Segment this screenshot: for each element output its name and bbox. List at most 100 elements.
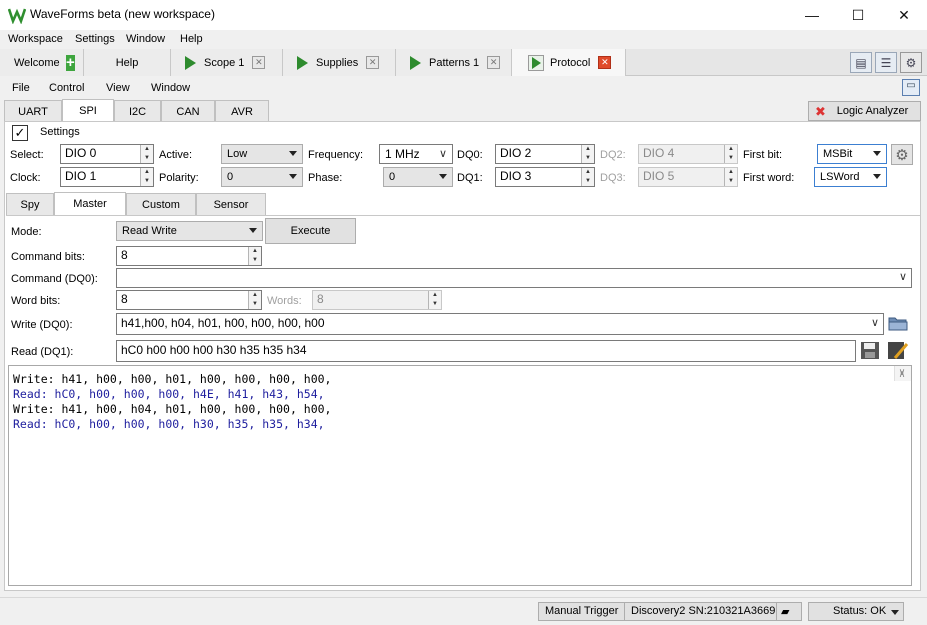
close-tab-icon[interactable]: ✕ — [487, 56, 501, 69]
tab-supplies-label: Supplies — [316, 56, 359, 69]
tab-master[interactable]: Master — [54, 192, 126, 215]
status-text: Status: OK — [833, 605, 887, 617]
tile-windows-icon[interactable]: ☰ — [875, 52, 897, 73]
chevron-down-icon — [891, 610, 899, 615]
first-bit-label: First bit: — [743, 149, 783, 161]
console-line: Read: hC0, h00, h00, h00, h4E, h41, h43,… — [13, 387, 325, 401]
dq3-label: DQ3: — [600, 172, 626, 184]
tab-welcome[interactable]: Welcome + — [0, 49, 84, 76]
first-word-dropdown[interactable]: LSWord — [814, 167, 887, 187]
minimize-button[interactable]: — — [789, 0, 835, 30]
status-bar: Manual Trigger Discovery2 SN:210321A3669… — [0, 597, 927, 625]
menu-control[interactable]: Control — [49, 82, 84, 94]
select-input[interactable]: DIO 0 ▲ ▼ — [60, 144, 154, 164]
tab-sensor[interactable]: Sensor — [196, 193, 266, 215]
first-bit-dropdown[interactable]: MSBit — [817, 144, 887, 164]
gear-icon: ⚙ — [895, 146, 909, 164]
command-bits-label: Command bits: — [11, 251, 85, 263]
title-bar: WaveForms beta (new workspace) — ☐ ✕ — [0, 0, 927, 30]
device-icon[interactable]: ▰ — [776, 602, 802, 621]
console-line: Write: h41, h00, h00, h01, h00, h00, h00… — [13, 372, 332, 386]
add-icon[interactable]: + — [65, 54, 75, 71]
tab-patterns-1-label: Patterns 1 — [429, 56, 480, 69]
spinner-icon: ▲ ▼ — [724, 145, 737, 163]
gear-icon[interactable]: ⚙ — [900, 52, 922, 73]
tab-i2c[interactable]: I2C — [114, 100, 161, 122]
tab-protocol-label: Protocol — [550, 56, 591, 69]
settings-checkbox[interactable]: ✓ — [12, 125, 28, 141]
write-dq0-input[interactable]: h41,h00, h04, h01, h00, h00, h00, h00 ∨ — [116, 313, 884, 335]
tab-supplies[interactable]: Supplies ✕ — [283, 49, 396, 76]
play-icon — [297, 55, 308, 70]
command-dq0-input[interactable]: ∨ — [116, 268, 912, 288]
logic-analyzer-icon: ✖ — [815, 104, 826, 119]
run-icon[interactable] — [528, 54, 544, 71]
clock-input[interactable]: DIO 1 ▲ ▼ — [60, 167, 154, 187]
device-info[interactable]: Discovery2 SN:210321A3669F — [624, 602, 790, 621]
read-dq1-input[interactable]: hC0 h00 h00 h00 h30 h35 h35 h34 — [116, 340, 856, 362]
close-tab-icon[interactable]: ✕ — [366, 56, 380, 69]
phase-label: Phase: — [308, 172, 343, 184]
polarity-dropdown[interactable]: 0 — [221, 167, 303, 187]
active-dropdown[interactable]: Low — [221, 144, 303, 164]
phase-dropdown[interactable]: 0 — [383, 167, 453, 187]
open-folder-icon[interactable] — [888, 314, 908, 332]
logic-analyzer-button[interactable]: ✖ Logic Analyzer — [808, 101, 921, 121]
tab-protocol[interactable]: Protocol ✕ — [512, 49, 626, 76]
tab-avr[interactable]: AVR — [215, 100, 269, 122]
menu-view[interactable]: View — [106, 82, 130, 94]
dq0-input[interactable]: DIO 2 ▲ ▼ — [495, 144, 595, 164]
tab-can[interactable]: CAN — [161, 100, 215, 122]
menu-help[interactable]: Help — [180, 33, 203, 45]
window-title: WaveForms beta (new workspace) — [30, 7, 215, 21]
spinner-icon: ▲ ▼ — [140, 145, 153, 163]
divider — [6, 215, 920, 216]
read-dq1-label: Read (DQ1): — [11, 346, 74, 358]
frequency-label: Frequency: — [308, 149, 364, 161]
tab-spy[interactable]: Spy — [6, 193, 54, 215]
write-dq0-label: Write (DQ0): — [11, 319, 73, 331]
console-line: Read: hC0, h00, h00, h00, h30, h35, h35,… — [13, 417, 325, 431]
status-indicator[interactable]: Status: OK — [808, 602, 904, 621]
cascade-windows-icon[interactable]: ▤ — [850, 52, 872, 73]
mode-dropdown[interactable]: Read Write — [116, 221, 263, 241]
close-tab-icon[interactable]: ✕ — [252, 56, 266, 69]
clock-label: Clock: — [10, 172, 41, 184]
dock-window-icon[interactable]: ▭ — [902, 79, 920, 96]
close-tab-icon[interactable]: ✕ — [598, 56, 612, 69]
tab-spi[interactable]: SPI — [62, 99, 114, 122]
tab-help-label: Help — [115, 56, 139, 69]
tab-uart[interactable]: UART — [4, 100, 62, 122]
settings-label: Settings — [40, 126, 80, 138]
command-bits-input[interactable]: 8 ▲ ▼ — [116, 246, 262, 266]
tab-help[interactable]: Help — [84, 49, 171, 76]
execute-button[interactable]: Execute — [265, 218, 356, 244]
tab-custom[interactable]: Custom — [126, 193, 196, 215]
word-bits-input[interactable]: 8 ▲ ▼ — [116, 290, 262, 310]
close-button[interactable]: ✕ — [881, 0, 927, 30]
maximize-button[interactable]: ☐ — [835, 0, 881, 30]
frequency-dropdown[interactable]: 1 MHz ∨ — [379, 144, 453, 164]
vertical-scrollbar[interactable]: ∧ ∨ — [894, 366, 911, 381]
menu-window[interactable]: Window — [151, 82, 190, 94]
save-icon[interactable] — [860, 341, 880, 360]
spinner-icon: ▲ ▼ — [581, 145, 594, 163]
settings-gear-button[interactable]: ⚙ — [891, 144, 913, 165]
clear-icon[interactable] — [887, 341, 909, 360]
dq1-input[interactable]: DIO 3 ▲ ▼ — [495, 167, 595, 187]
menu-window[interactable]: Window — [126, 33, 165, 45]
word-bits-label: Word bits: — [11, 295, 61, 307]
output-console[interactable]: Write: h41, h00, h00, h01, h00, h00, h00… — [8, 365, 912, 586]
menu-workspace[interactable]: Workspace — [8, 33, 63, 45]
first-word-label: First word: — [743, 172, 795, 184]
tab-patterns-1[interactable]: Patterns 1 ✕ — [396, 49, 512, 76]
play-icon — [185, 55, 196, 70]
menu-file[interactable]: File — [12, 82, 30, 94]
tab-scope-1[interactable]: Scope 1 ✕ — [171, 49, 283, 76]
spinner-icon: ▲ ▼ — [140, 168, 153, 186]
manual-trigger-button[interactable]: Manual Trigger — [538, 602, 626, 621]
scroll-down-icon[interactable]: ∨ — [899, 367, 905, 378]
menu-settings[interactable]: Settings — [75, 33, 115, 45]
tab-scope-1-label: Scope 1 — [204, 56, 245, 69]
dq3-input: DIO 5 ▲ ▼ — [638, 167, 738, 187]
